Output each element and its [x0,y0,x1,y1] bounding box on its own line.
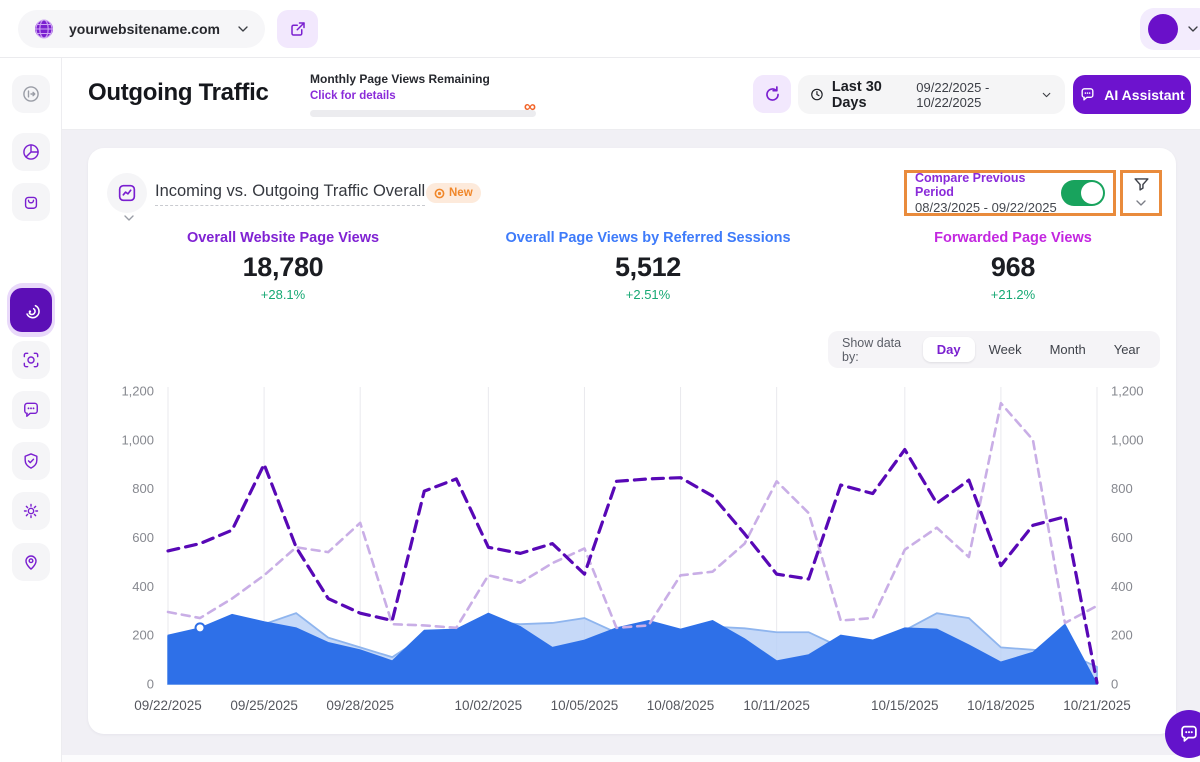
svg-text:600: 600 [1111,530,1133,545]
chat-bubble-icon [21,400,41,420]
date-preset-label: Last 30 Days [832,79,904,111]
traffic-card: Incoming vs. Outgoing Traffic Overall Ne… [88,148,1176,734]
sidebar-item-traffic-active[interactable] [7,283,55,337]
svg-text:1,200: 1,200 [1111,384,1144,399]
bottom-strip [0,755,1200,762]
scan-target-icon [21,350,41,370]
ai-chat-icon [1079,86,1096,103]
traffic-radar-icon [21,300,42,321]
svg-text:800: 800 [132,481,154,496]
svg-text:10/08/2025: 10/08/2025 [647,698,715,713]
sidebar-item-store[interactable] [12,183,50,221]
svg-text:10/18/2025: 10/18/2025 [967,698,1035,713]
globe-icon [32,17,56,41]
svg-text:1,200: 1,200 [121,384,154,399]
sidebar-item-security[interactable] [12,442,50,480]
svg-text:10/11/2025: 10/11/2025 [743,698,810,713]
account-menu[interactable] [1140,8,1200,50]
svg-text:1,000: 1,000 [121,432,154,447]
quota-details-link[interactable]: Click for details [310,90,396,102]
svg-text:09/28/2025: 09/28/2025 [326,698,394,713]
shopping-bag-icon [21,192,41,212]
ai-assistant-button[interactable]: AI Assistant [1073,75,1191,114]
svg-text:1,000: 1,000 [1111,432,1144,447]
svg-text:0: 0 [1111,677,1118,692]
sidebar-item-retargeting[interactable] [12,341,50,379]
svg-text:09/22/2025: 09/22/2025 [134,698,202,713]
quota-progress-bar [310,110,536,117]
svg-text:0: 0 [147,677,154,692]
collapse-icon [21,84,41,104]
svg-text:200: 200 [1111,628,1133,643]
svg-text:10/05/2025: 10/05/2025 [551,698,619,713]
sidebar-item-settings[interactable] [12,492,50,530]
svg-text:600: 600 [132,530,154,545]
svg-text:10/15/2025: 10/15/2025 [871,698,939,713]
external-link-icon [289,20,307,38]
chevron-down-icon [1040,87,1053,103]
chevron-down-icon [235,21,251,37]
shield-check-icon [21,451,41,471]
gear-icon [21,501,41,521]
map-pin-icon [21,552,41,572]
svg-text:200: 200 [132,628,154,643]
chevron-down-icon [1185,21,1200,37]
svg-text:400: 400 [132,579,154,594]
svg-text:09/25/2025: 09/25/2025 [230,698,298,713]
date-range-value: 09/22/2025 - 10/22/2025 [916,80,1032,110]
website-selector[interactable]: yourwebsitename.com [18,10,265,48]
main-content: Incoming vs. Outgoing Traffic Overall Ne… [62,130,1200,762]
svg-text:10/02/2025: 10/02/2025 [455,698,523,713]
avatar [1148,14,1178,44]
page-header: Outgoing Traffic Monthly Page Views Rema… [62,58,1200,130]
svg-text:800: 800 [1111,481,1133,496]
infinity-icon: ∞ [524,97,536,117]
quota-widget: Monthly Page Views Remaining Click for d… [310,72,538,117]
open-website-button[interactable] [277,10,318,48]
refresh-icon [763,85,782,104]
quota-label: Monthly Page Views Remaining [310,72,538,86]
date-range-picker[interactable]: Last 30 Days 09/22/2025 - 10/22/2025 [798,75,1065,114]
website-name: yourwebsitename.com [69,21,235,37]
ai-assistant-label: AI Assistant [1104,87,1184,103]
page-title: Outgoing Traffic [88,79,269,107]
sidebar-item-location[interactable] [12,543,50,581]
clock-icon [810,86,824,103]
svg-text:400: 400 [1111,579,1133,594]
pie-chart-icon [21,142,41,162]
sidebar-item-feedback[interactable] [12,391,50,429]
sidebar-collapse-button[interactable] [12,75,50,113]
svg-text:10/21/2025: 10/21/2025 [1063,698,1131,713]
chat-bubble-icon [1178,723,1200,745]
sidebar [0,58,62,762]
refresh-button[interactable] [753,75,791,113]
traffic-chart[interactable]: 0 0 200 200 400 400 600 600 800 800 1,000 1,000 1,20… [88,148,1176,734]
sidebar-item-analytics[interactable] [12,133,50,171]
topbar: yourwebsitename.com [0,0,1200,58]
